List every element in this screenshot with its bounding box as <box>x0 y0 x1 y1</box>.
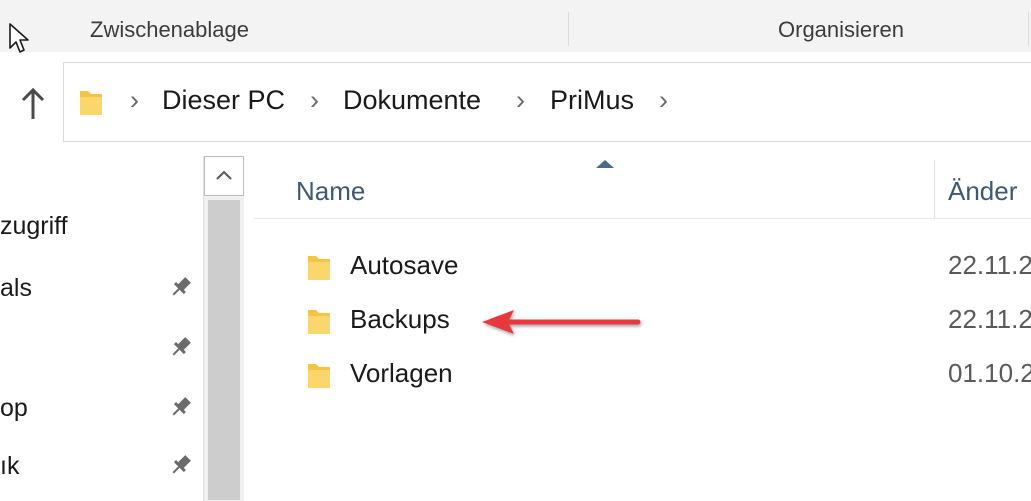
file-name[interactable]: Backups <box>350 304 450 335</box>
cursor-icon <box>8 22 30 61</box>
chevron-right-icon[interactable]: › <box>516 85 525 116</box>
scroll-up-button[interactable] <box>204 156 244 196</box>
up-arrow-icon[interactable] <box>18 86 48 127</box>
column-divider[interactable] <box>934 160 935 218</box>
folder-icon <box>306 306 332 341</box>
nav-item-quick-access[interactable]: zugriff <box>0 212 68 241</box>
ribbon-separator <box>1028 12 1029 46</box>
folder-icon <box>306 252 332 287</box>
column-header-date-modified[interactable]: Änder <box>948 176 1017 207</box>
file-name[interactable]: Autosave <box>350 250 458 281</box>
folder-icon <box>78 87 104 122</box>
folder-icon <box>306 360 332 395</box>
breadcrumb-primus[interactable]: PriMus <box>550 85 634 116</box>
pin-icon <box>168 394 194 425</box>
ribbon-group-clipboard-label: Zwischenablage <box>90 17 249 42</box>
chevron-right-icon[interactable]: › <box>130 85 139 116</box>
ribbon-separator <box>568 12 569 46</box>
breadcrumb-dokumente[interactable]: Dokumente <box>343 85 481 116</box>
ribbon: Zwischenablage Organisieren <box>0 0 1031 52</box>
column-header-name[interactable]: Name <box>296 176 365 207</box>
file-date-modified: 22.11.2 <box>948 250 1031 280</box>
chevron-right-icon[interactable]: › <box>310 85 319 116</box>
file-date-modified: 22.11.2 <box>948 304 1031 334</box>
pin-icon <box>168 452 194 483</box>
nav-item[interactable]: op <box>0 394 28 423</box>
address-bar[interactable]: › Dieser PC › Dokumente › PriMus › <box>63 62 1031 142</box>
column-header-row: Name Änder <box>254 160 1031 219</box>
file-name[interactable]: Vorlagen <box>350 358 453 389</box>
list-item-vorlagen[interactable]: Vorlagen 01.10.2 <box>254 348 1031 402</box>
nav-scrollbar[interactable] <box>203 156 244 501</box>
ribbon-group-organize-label: Organisieren <box>778 17 904 42</box>
red-arrow-annotation <box>478 302 644 347</box>
chevron-right-icon[interactable]: › <box>659 85 668 116</box>
pin-icon <box>168 274 194 305</box>
nav-item[interactable]: ık <box>0 452 19 481</box>
scroll-up-icon <box>216 170 232 180</box>
scroll-thumb[interactable] <box>208 200 240 500</box>
pin-icon <box>168 334 194 365</box>
nav-item[interactable]: als <box>0 274 32 303</box>
breadcrumb-dieser-pc[interactable]: Dieser PC <box>162 85 285 116</box>
list-item-autosave[interactable]: Autosave 22.11.2 <box>254 240 1031 294</box>
file-date-modified: 01.10.2 <box>948 358 1031 388</box>
